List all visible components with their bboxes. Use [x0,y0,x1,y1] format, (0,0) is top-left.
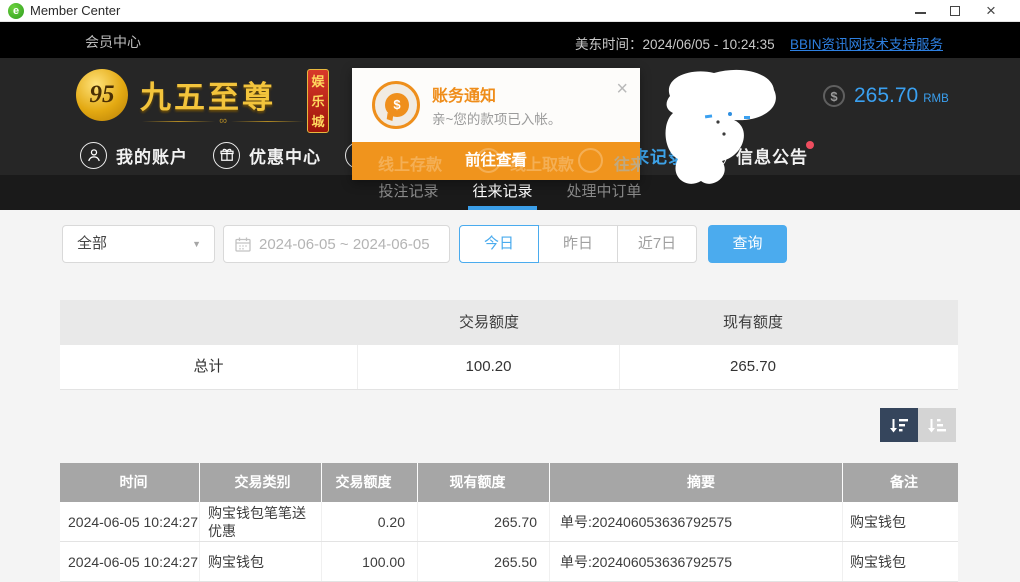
notification-popup: $ 账务通知 亲~您的款项已入帐。 × 线上存款 线上取款 往来记 前往查看 [352,68,640,180]
cell-remark: 购宝钱包 [843,502,958,541]
tech-support-link[interactable]: 技术支持服务 [862,33,943,53]
cell-time: 2024-06-05 10:24:27 [60,542,200,581]
records-table: 时间 交易类别 交易额度 现有额度 摘要 备注 2024-06-05 10:24… [60,463,958,582]
cell-remark: 购宝钱包 [843,542,958,581]
sort-descending-icon [889,417,909,434]
summary-total-transaction: 100.20 [358,345,620,389]
cell-type: 购宝钱包笔笔送优惠 [200,502,322,541]
last7days-button[interactable]: 近7日 [617,225,697,263]
records-tabstrip: 投注记录 往来记录 处理中订单 [0,175,1020,210]
cell-summary: 单号:202406053636792575 [550,542,843,581]
balance-display: $ 265.70 RMB [823,84,949,108]
type-select[interactable]: 全部 ▼ [62,225,215,263]
cell-amount: 100.00 [322,542,418,581]
cell-balance: 265.50 [418,542,550,581]
notification-message: 亲~您的款项已入帐。 [432,108,561,128]
logo-95-icon: 95 [76,69,128,121]
header-summary: 摘要 [550,463,843,502]
records-header-row: 时间 交易类别 交易额度 现有额度 摘要 备注 [60,463,958,502]
summary-header-transaction: 交易额度 [358,300,620,345]
summary-header-balance: 现有额度 [620,300,958,345]
query-button[interactable]: 查询 [708,225,787,263]
dollar-circle-icon: $ [823,85,845,107]
announcement-red-dot-badge [806,141,814,149]
gift-icon [213,142,240,169]
type-select-value: 全部 [77,235,107,252]
yesterday-button[interactable]: 昨日 [538,225,618,263]
header-time: 时间 [60,463,200,502]
date-range-value: 2024-06-05 ~ 2024-06-05 [259,236,430,253]
cell-type: 购宝钱包 [200,542,322,581]
balance-currency: RMB [923,93,949,105]
nav-item-my-account[interactable]: 我的账户 [80,135,188,175]
balance-amount: 265.70 [854,84,918,108]
notification-title: 账务通知 [432,82,496,106]
server-time: 美东时间：2024/06/05 - 10:24:35 [575,33,775,53]
sort-controls [880,408,956,442]
summary-total-row: 总计 100.20 265.70 [60,345,958,390]
notification-close-icon[interactable]: × [616,78,628,101]
header-remark: 备注 [843,463,958,502]
browser-e-icon: e [8,3,24,19]
sort-descending-button[interactable] [880,408,918,442]
cell-amount: 0.20 [322,502,418,541]
summary-header-empty [60,300,358,345]
logo-subtitle-badge: 娱乐城 [307,69,329,133]
cell-summary: 单号:202406053636792575 [550,502,843,541]
main-content: 全部 ▼ 2024-06-05 ~ 2024-06-05 今日 昨日 近7日 查… [0,210,1020,582]
summary-total-balance: 265.70 [620,345,958,389]
table-row: 2024-06-05 10:24:27 购宝钱包笔笔送优惠 0.20 265.7… [60,502,958,542]
top-bar: 会员中心 美东时间：2024/06/05 - 10:24:35 BBIN资讯网 … [0,22,1020,58]
notification-body: $ 账务通知 亲~您的款项已入帐。 × [352,68,640,142]
tab-transaction-records[interactable]: 往来记录 [472,175,532,210]
minimize-button[interactable] [904,0,936,22]
nav-item-promotions[interactable]: 优惠中心 [213,135,321,175]
calendar-icon [235,237,251,252]
header-amount: 交易额度 [322,463,418,502]
user-icon [80,142,107,169]
date-range-input[interactable]: 2024-06-05 ~ 2024-06-05 [223,225,450,263]
sort-ascending-button[interactable] [918,408,956,442]
cell-time: 2024-06-05 10:24:27 [60,502,200,541]
logo-name: 九五至尊 [140,72,276,117]
logo-flourish: ∞ [142,115,304,127]
money-message-icon: $ [372,81,420,129]
notification-footer: 线上存款 线上取款 往来记 前往查看 [352,142,640,180]
chevron-down-icon: ▼ [192,226,201,262]
window-titlebar: e Member Center × [0,0,1020,22]
bbin-news-link[interactable]: BBIN资讯网 [790,33,862,53]
maximize-button[interactable] [939,0,971,22]
cell-balance: 265.70 [418,502,550,541]
header-type: 交易类别 [200,463,322,502]
summary-total-label: 总计 [60,345,358,389]
today-button[interactable]: 今日 [459,225,539,263]
summary-table: 交易额度 现有额度 总计 100.20 265.70 [60,300,958,390]
window-title: Member Center [30,3,120,18]
redaction-scribble [660,64,788,194]
summary-header-row: 交易额度 现有额度 [60,300,958,345]
close-button[interactable]: × [975,0,1007,22]
tab-processing-orders[interactable]: 处理中订单 [567,175,642,210]
tab-betting-records[interactable]: 投注记录 [378,175,438,210]
go-view-button[interactable]: 前往查看 [352,142,640,180]
sort-ascending-icon [927,417,947,434]
table-row: 2024-06-05 10:24:27 购宝钱包 100.00 265.50 单… [60,542,958,582]
section-title: 会员中心 [85,32,141,52]
header-balance: 现有额度 [418,463,550,502]
